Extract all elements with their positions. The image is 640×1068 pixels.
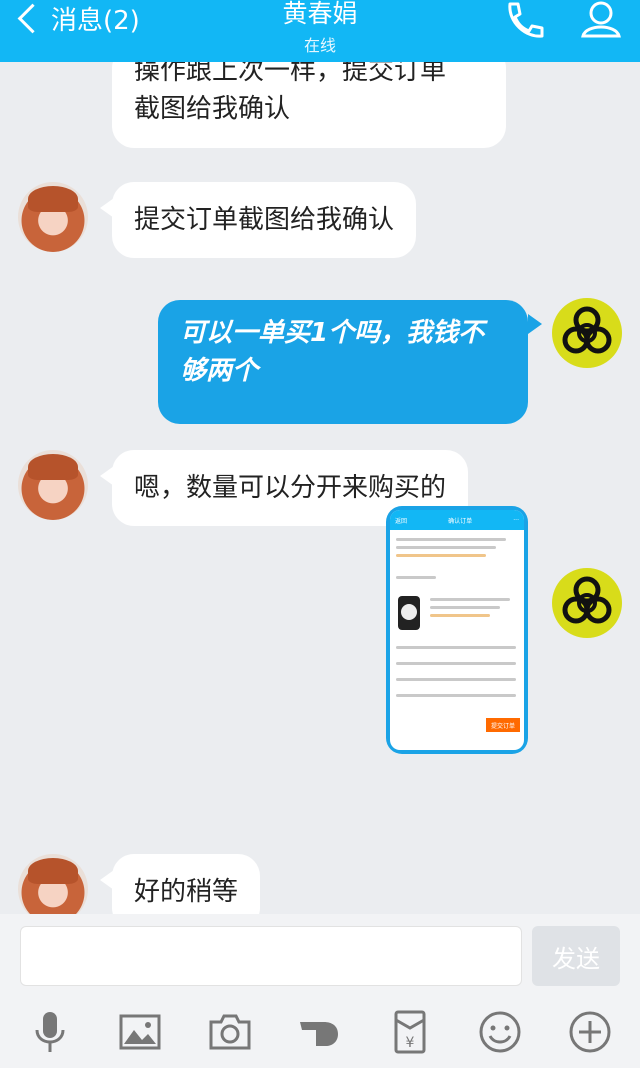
message-bubble-outgoing[interactable]: 可以一单买1个吗，我钱不 够两个: [158, 300, 528, 424]
send-button[interactable]: 发送: [532, 926, 620, 986]
contact-avatar[interactable]: [18, 182, 88, 252]
chat-header: 消息(2) 黄春娟 在线: [0, 0, 640, 62]
message-text: 好的稍等: [134, 877, 239, 907]
camera-icon[interactable]: [208, 1010, 252, 1054]
message-input[interactable]: [20, 926, 522, 986]
my-avatar[interactable]: [552, 298, 622, 368]
image-title: 确认订单: [448, 517, 473, 525]
input-bar: 发送 ¥: [0, 914, 640, 1068]
message-bubble-incoming[interactable]: 好的稍等: [112, 854, 261, 914]
image-content: 返回 确认订单 ··· 提交订单: [390, 510, 524, 750]
message-bubble-incoming[interactable]: 提交订单截图给我确认: [112, 182, 417, 258]
microphone-icon[interactable]: [28, 1010, 72, 1054]
image-line: [430, 614, 490, 617]
plus-icon[interactable]: [568, 1010, 612, 1054]
svg-text:¥: ¥: [406, 1035, 415, 1051]
image-line: [396, 576, 436, 579]
message-text: 截图给我确认: [134, 94, 291, 124]
message-text: 够两个: [180, 356, 259, 386]
contact-avatar[interactable]: [18, 450, 88, 520]
contact-avatar[interactable]: [18, 854, 88, 914]
image-line: [396, 538, 506, 541]
message-text: 操作跟上次一样，提交订单: [134, 62, 447, 86]
image-line: [396, 694, 516, 697]
image-line: [396, 646, 516, 649]
message-text: 嗯，数量可以分开来购买的: [134, 473, 447, 503]
contact-profile-icon[interactable]: [578, 0, 624, 40]
hand-icon[interactable]: [298, 1010, 342, 1054]
image-line: [396, 678, 516, 681]
message-bubble-incoming[interactable]: 操作跟上次一样，提交订单 截图给我确认: [112, 62, 506, 148]
bubble-tail: [528, 314, 542, 334]
my-avatar[interactable]: [552, 568, 622, 638]
image-header: 返回 确认订单 ···: [390, 510, 524, 530]
message-text: 可以一单买1个吗，我钱不: [180, 318, 485, 348]
order-screenshot-image[interactable]: 返回 确认订单 ··· 提交订单: [386, 506, 528, 754]
watch-thumbnail: [398, 596, 420, 630]
image-line: [396, 554, 486, 557]
phone-icon[interactable]: [500, 0, 546, 40]
image-submit-button: 提交订单: [486, 718, 520, 732]
message-list[interactable]: 操作跟上次一样，提交订单 截图给我确认 提交订单截图给我确认 可以一单买1个吗，…: [0, 62, 640, 914]
image-line: [430, 606, 500, 609]
biohazard-icon: [562, 576, 612, 624]
biohazard-icon: [562, 306, 612, 354]
image-line: [396, 662, 516, 665]
message-text: 提交订单截图给我确认: [134, 205, 395, 235]
image-line: [430, 598, 510, 601]
emoji-icon[interactable]: [478, 1010, 522, 1054]
image-back-label: 返回: [395, 517, 408, 525]
image-more-icon: ···: [513, 516, 519, 524]
image-icon[interactable]: [118, 1010, 162, 1054]
image-line: [396, 546, 496, 549]
red-packet-icon[interactable]: ¥: [388, 1010, 432, 1054]
